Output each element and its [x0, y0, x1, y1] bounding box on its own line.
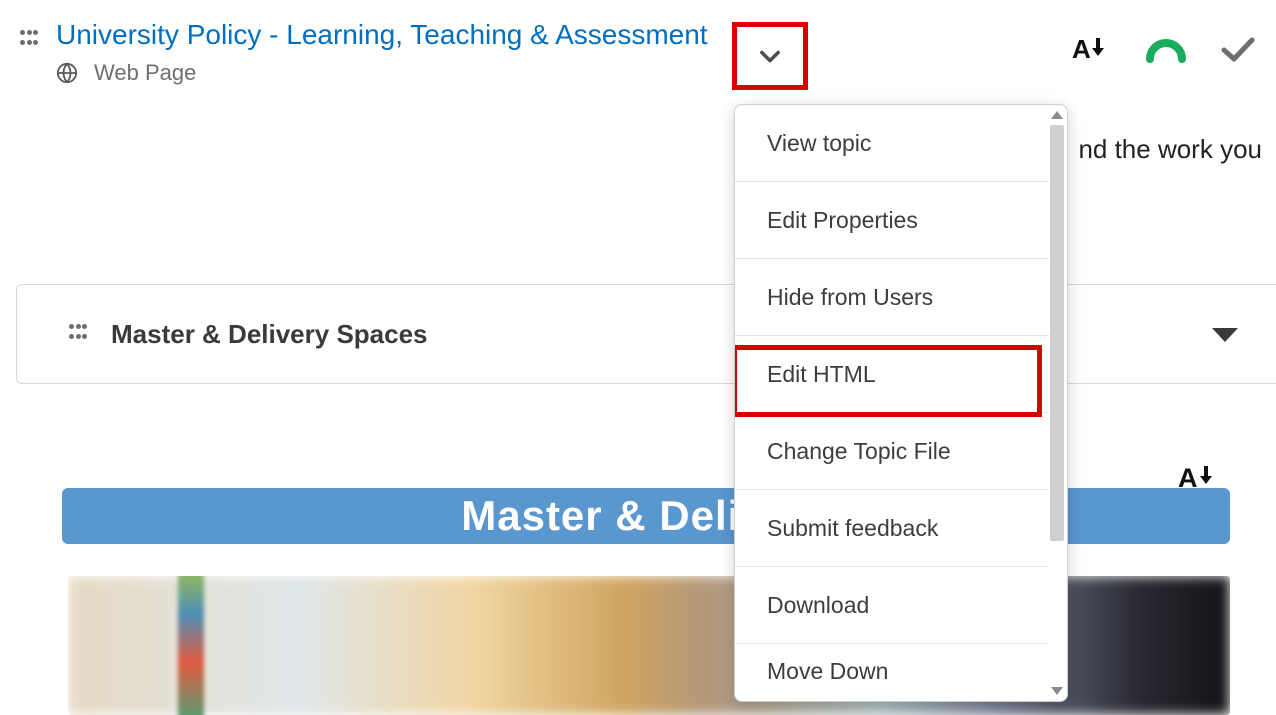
module-title: Master & Delivery Spaces: [111, 319, 428, 350]
menu-item-change-topic-file[interactable]: Change Topic File: [735, 413, 1049, 490]
topic-title-link[interactable]: University Policy - Learning, Teaching &…: [56, 18, 708, 52]
module-header-bar[interactable]: Master & Delivery Spaces: [16, 284, 1276, 384]
menu-item-submit-feedback[interactable]: Submit feedback: [735, 490, 1049, 567]
ally-score-icon[interactable]: [1146, 35, 1186, 63]
scroll-thumb[interactable]: [1050, 125, 1064, 541]
caret-down-icon[interactable]: [1210, 324, 1240, 344]
topic-status-icons: A: [1038, 34, 1256, 64]
scroll-up-icon[interactable]: [1051, 111, 1063, 119]
drag-handle-icon[interactable]: [69, 324, 87, 344]
body-text-fragment: nd the work you: [1078, 134, 1262, 165]
menu-item-view-topic[interactable]: View topic: [735, 105, 1049, 182]
drag-handle-icon[interactable]: [20, 18, 38, 50]
ally-alt-format-icon[interactable]: A: [1072, 34, 1112, 64]
topic-actions-dropdown-button[interactable]: [732, 22, 808, 90]
menu-item-hide-from-users[interactable]: Hide from Users: [735, 259, 1049, 336]
chevron-down-icon: [756, 42, 784, 70]
completion-check-icon[interactable]: [1220, 34, 1256, 64]
menu-item-move-down[interactable]: Move Down: [735, 644, 1049, 701]
topic-actions-menu: View topic Edit Properties Hide from Use…: [734, 104, 1068, 702]
svg-text:A: A: [1072, 34, 1091, 64]
menu-item-download[interactable]: Download: [735, 567, 1049, 644]
topic-type-label: Web Page: [94, 60, 196, 86]
menu-item-edit-html[interactable]: Edit HTML: [735, 336, 1049, 413]
scroll-down-icon[interactable]: [1051, 687, 1063, 695]
menu-scrollbar[interactable]: [1049, 111, 1065, 695]
globe-icon: [56, 62, 78, 84]
menu-item-edit-properties[interactable]: Edit Properties: [735, 182, 1049, 259]
